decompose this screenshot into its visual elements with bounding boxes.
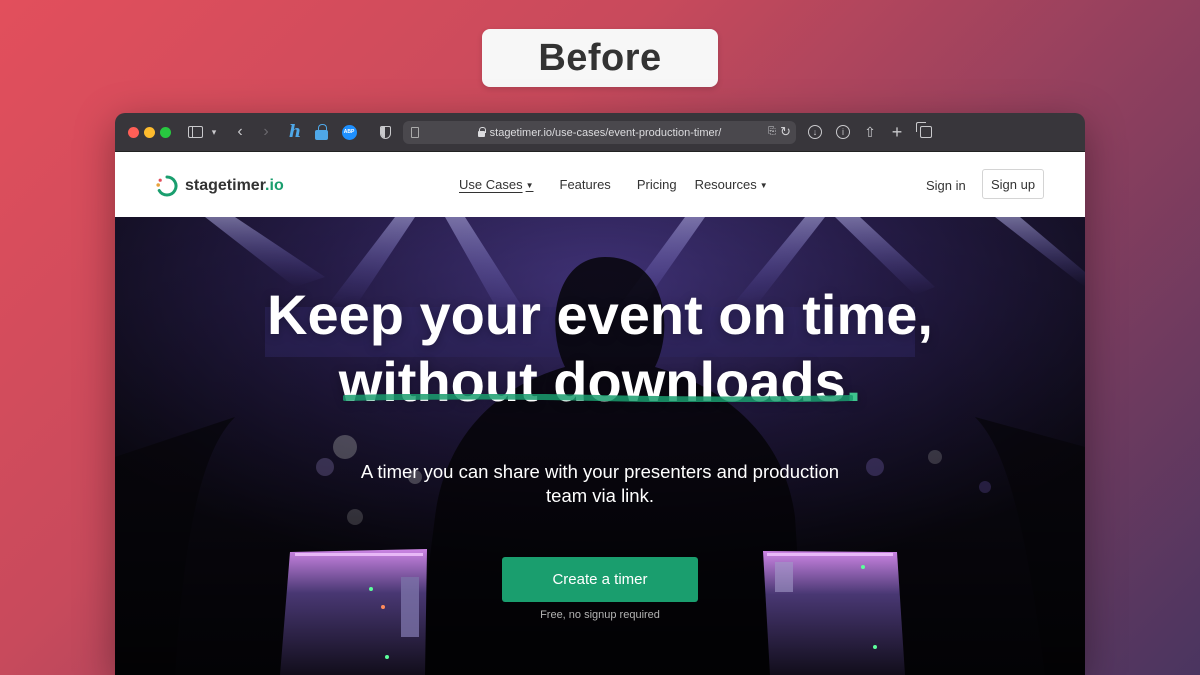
browser-window: ▾ ‹ › h ABP stagetimer.io/use-cases/even… [115, 113, 1085, 675]
headline-underline-decoration [343, 394, 853, 402]
share-icon[interactable]: ⇧ [863, 123, 877, 141]
cta-note: Free, no signup required [540, 609, 660, 621]
url-text: stagetimer.io/use-cases/event-production… [489, 126, 722, 139]
lock-icon [477, 126, 486, 137]
main-nav: Use Cases ▼ Features Pricing Resources ▼ [459, 177, 794, 192]
site-logo[interactable]: stagetimer.io [155, 174, 284, 198]
close-window-button[interactable] [128, 127, 139, 138]
stagetimer-logo-icon [156, 175, 178, 197]
hero-subheadline: A timer you can share with your presente… [360, 461, 840, 506]
hero-content: Keep your event on time, without downloa… [115, 217, 1085, 675]
chevron-down-icon[interactable]: ▾ [209, 123, 219, 141]
sign-in-link[interactable]: Sign in [926, 178, 966, 193]
tab-overview-icon[interactable] [916, 122, 934, 141]
reload-icon[interactable]: ↻ [780, 124, 791, 140]
caret-down-icon: ▼ [525, 181, 534, 190]
nav-item-resources[interactable]: Resources ▼ [695, 177, 768, 192]
adblock-extension-icon[interactable]: ABP [341, 123, 357, 141]
new-tab-icon[interactable]: + [890, 122, 904, 142]
create-timer-button[interactable]: Create a timer [502, 557, 698, 602]
headline-line-1: Keep your event on time, [267, 283, 933, 346]
before-label: Before [482, 29, 718, 87]
zoom-window-button[interactable] [160, 127, 171, 138]
site-navbar: stagetimer.io Use Cases ▼ Features Pricin… [115, 152, 1085, 217]
privacy-shield-icon[interactable] [378, 123, 392, 141]
nav-item-features[interactable]: Features [560, 177, 611, 192]
info-icon[interactable]: i [835, 123, 851, 141]
password-lock-extension-icon[interactable] [314, 123, 328, 141]
caret-down-icon: ▼ [759, 181, 768, 190]
logo-text: stagetimer.io [185, 177, 284, 194]
address-bar[interactable]: stagetimer.io/use-cases/event-production… [403, 121, 796, 144]
nav-item-use-cases[interactable]: Use Cases ▼ [459, 177, 534, 192]
minimize-window-button[interactable] [144, 127, 155, 138]
headline-line-2: without downloads. [338, 350, 862, 413]
forward-icon[interactable]: › [260, 123, 272, 141]
hero-section: Keep your event on time, without downloa… [115, 217, 1085, 675]
browser-toolbar: ▾ ‹ › h ABP stagetimer.io/use-cases/even… [115, 113, 1085, 152]
sign-up-button[interactable]: Sign up [982, 169, 1044, 199]
translate-icon[interactable]: ⎘ [768, 126, 776, 137]
nav-item-pricing[interactable]: Pricing [637, 177, 677, 192]
honey-extension-icon[interactable]: h [287, 122, 303, 142]
back-icon[interactable]: ‹ [234, 123, 246, 141]
download-icon[interactable]: ↓ [807, 123, 823, 141]
sidebar-icon[interactable] [187, 123, 203, 141]
